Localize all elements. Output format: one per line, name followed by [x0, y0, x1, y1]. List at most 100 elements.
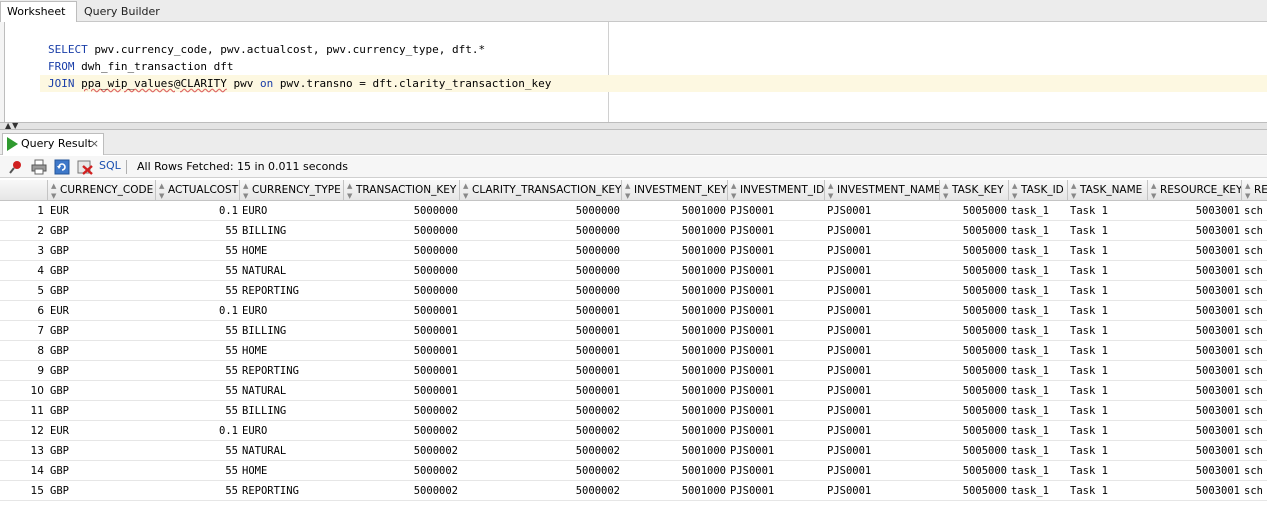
- table-cell-investment-key[interactable]: 5001000: [622, 421, 728, 441]
- sort-icon[interactable]: ▲ ▼: [1012, 180, 1017, 200]
- table-cell-transaction-key[interactable]: 5000002: [344, 421, 460, 441]
- table-cell-currency-type[interactable]: EURO: [240, 301, 344, 321]
- row-number[interactable]: 1: [0, 201, 48, 221]
- table-row[interactable]: 2 GBP 55 BILLING 5000000 5000000 5001000 PJS000…: [0, 221, 1267, 241]
- column-header-task-name[interactable]: ▲ ▼ TASK_NAME: [1068, 180, 1148, 201]
- table-row[interactable]: 13 GBP 55 NATURAL 5000002 5000002 5001000 PJS00…: [0, 441, 1267, 461]
- table-cell-task-id[interactable]: task_1: [1009, 241, 1068, 261]
- table-cell-resource-key[interactable]: 5003001: [1148, 401, 1242, 421]
- table-cell-clarity-transaction-key[interactable]: 5000000: [460, 241, 622, 261]
- table-cell-task-id[interactable]: task_1: [1009, 221, 1068, 241]
- tab-query-result[interactable]: Query Result ×: [2, 133, 104, 155]
- table-cell-investment-key[interactable]: 5001000: [622, 361, 728, 381]
- table-cell-currency-code[interactable]: GBP: [48, 461, 156, 481]
- table-cell-re[interactable]: sch: [1242, 361, 1267, 381]
- row-number[interactable]: 6: [0, 301, 48, 321]
- pin-icon[interactable]: [8, 159, 24, 175]
- row-number[interactable]: 7: [0, 321, 48, 341]
- table-cell-re[interactable]: sch: [1242, 281, 1267, 301]
- table-cell-clarity-transaction-key[interactable]: 5000001: [460, 321, 622, 341]
- table-cell-transaction-key[interactable]: 5000000: [344, 241, 460, 261]
- table-cell-transaction-key[interactable]: 5000002: [344, 401, 460, 421]
- table-cell-actualcost[interactable]: 55: [156, 261, 240, 281]
- table-cell-re[interactable]: sch: [1242, 241, 1267, 261]
- table-cell-resource-key[interactable]: 5003001: [1148, 261, 1242, 281]
- sort-icon[interactable]: ▲ ▼: [1071, 180, 1076, 200]
- table-cell-task-name[interactable]: Task 1: [1068, 261, 1148, 281]
- table-cell-re[interactable]: sch: [1242, 381, 1267, 401]
- table-cell-currency-type[interactable]: REPORTING: [240, 481, 344, 501]
- table-cell-investment-key[interactable]: 5001000: [622, 261, 728, 281]
- table-cell-investment-id[interactable]: PJS0001: [728, 441, 825, 461]
- tab-query-builder[interactable]: Query Builder: [78, 2, 166, 23]
- row-number[interactable]: 2: [0, 221, 48, 241]
- column-header-investment-id[interactable]: ▲ ▼ INVESTMENT_ID: [728, 180, 825, 201]
- table-cell-re[interactable]: sch: [1242, 301, 1267, 321]
- row-number[interactable]: 15: [0, 481, 48, 501]
- table-cell-re[interactable]: sch: [1242, 341, 1267, 361]
- table-cell-task-key[interactable]: 5005000: [940, 301, 1009, 321]
- table-cell-currency-code[interactable]: GBP: [48, 221, 156, 241]
- table-cell-task-key[interactable]: 5005000: [940, 421, 1009, 441]
- table-cell-currency-type[interactable]: EURO: [240, 421, 344, 441]
- table-cell-investment-key[interactable]: 5001000: [622, 241, 728, 261]
- row-number[interactable]: 12: [0, 421, 48, 441]
- table-cell-task-key[interactable]: 5005000: [940, 261, 1009, 281]
- column-header-investment-name[interactable]: ▲ ▼ INVESTMENT_NAME: [825, 180, 940, 201]
- table-cell-investment-name[interactable]: PJS0001: [825, 241, 940, 261]
- table-cell-currency-code[interactable]: GBP: [48, 321, 156, 341]
- table-cell-resource-key[interactable]: 5003001: [1148, 281, 1242, 301]
- table-cell-investment-key[interactable]: 5001000: [622, 381, 728, 401]
- table-cell-currency-type[interactable]: EURO: [240, 201, 344, 221]
- table-cell-investment-name[interactable]: PJS0001: [825, 421, 940, 441]
- column-header-resource-key[interactable]: ▲ ▼ RESOURCE_KEY: [1148, 180, 1242, 201]
- table-cell-currency-type[interactable]: REPORTING: [240, 361, 344, 381]
- table-cell-task-id[interactable]: task_1: [1009, 281, 1068, 301]
- result-grid[interactable]: ▲ ▼ CURRENCY_CODE ▲ ▼ ACTUALCOST ▲ ▼ CURRENCY_TY…: [0, 180, 1267, 512]
- table-cell-investment-name[interactable]: PJS0001: [825, 401, 940, 421]
- table-cell-actualcost[interactable]: 55: [156, 341, 240, 361]
- column-header-re[interactable]: ▲ ▼ RE: [1242, 180, 1267, 201]
- table-cell-investment-id[interactable]: PJS0001: [728, 221, 825, 241]
- table-cell-re[interactable]: sch: [1242, 201, 1267, 221]
- table-cell-clarity-transaction-key[interactable]: 5000000: [460, 261, 622, 281]
- row-number[interactable]: 9: [0, 361, 48, 381]
- table-cell-task-id[interactable]: task_1: [1009, 341, 1068, 361]
- table-cell-investment-key[interactable]: 5001000: [622, 221, 728, 241]
- table-cell-resource-key[interactable]: 5003001: [1148, 381, 1242, 401]
- table-cell-clarity-transaction-key[interactable]: 5000002: [460, 461, 622, 481]
- code-line-1[interactable]: SELECT pwv.currency_code, pwv.actualcost…: [40, 41, 485, 58]
- table-cell-task-name[interactable]: Task 1: [1068, 241, 1148, 261]
- table-cell-clarity-transaction-key[interactable]: 5000002: [460, 401, 622, 421]
- column-header-task-key[interactable]: ▲ ▼ TASK_KEY: [940, 180, 1009, 201]
- table-cell-task-key[interactable]: 5005000: [940, 321, 1009, 341]
- table-cell-currency-type[interactable]: HOME: [240, 341, 344, 361]
- table-cell-currency-type[interactable]: NATURAL: [240, 381, 344, 401]
- table-cell-re[interactable]: sch: [1242, 461, 1267, 481]
- column-header-clarity-transaction-key[interactable]: ▲ ▼ CLARITY_TRANSACTION_KEY: [460, 180, 622, 201]
- table-cell-investment-name[interactable]: PJS0001: [825, 441, 940, 461]
- table-cell-currency-code[interactable]: EUR: [48, 201, 156, 221]
- table-cell-re[interactable]: sch: [1242, 401, 1267, 421]
- table-cell-task-id[interactable]: task_1: [1009, 481, 1068, 501]
- table-cell-currency-type[interactable]: NATURAL: [240, 261, 344, 281]
- table-cell-task-key[interactable]: 5005000: [940, 201, 1009, 221]
- table-cell-currency-type[interactable]: HOME: [240, 461, 344, 481]
- table-row[interactable]: 1 EUR 0.1 EURO 5000000 5000000 5001000 PJS0001 P…: [0, 201, 1267, 221]
- table-cell-task-key[interactable]: 5005000: [940, 481, 1009, 501]
- table-cell-currency-code[interactable]: GBP: [48, 401, 156, 421]
- table-cell-task-key[interactable]: 5005000: [940, 221, 1009, 241]
- table-cell-investment-name[interactable]: PJS0001: [825, 341, 940, 361]
- table-cell-investment-name[interactable]: PJS0001: [825, 201, 940, 221]
- table-cell-transaction-key[interactable]: 5000001: [344, 361, 460, 381]
- table-cell-task-name[interactable]: Task 1: [1068, 421, 1148, 441]
- table-cell-investment-id[interactable]: PJS0001: [728, 241, 825, 261]
- table-cell-actualcost[interactable]: 55: [156, 381, 240, 401]
- row-number[interactable]: 5: [0, 281, 48, 301]
- table-cell-investment-key[interactable]: 5001000: [622, 301, 728, 321]
- table-cell-resource-key[interactable]: 5003001: [1148, 341, 1242, 361]
- table-cell-clarity-transaction-key[interactable]: 5000002: [460, 441, 622, 461]
- table-cell-clarity-transaction-key[interactable]: 5000001: [460, 301, 622, 321]
- sort-icon[interactable]: ▲ ▼: [51, 180, 56, 200]
- table-cell-clarity-transaction-key[interactable]: 5000000: [460, 221, 622, 241]
